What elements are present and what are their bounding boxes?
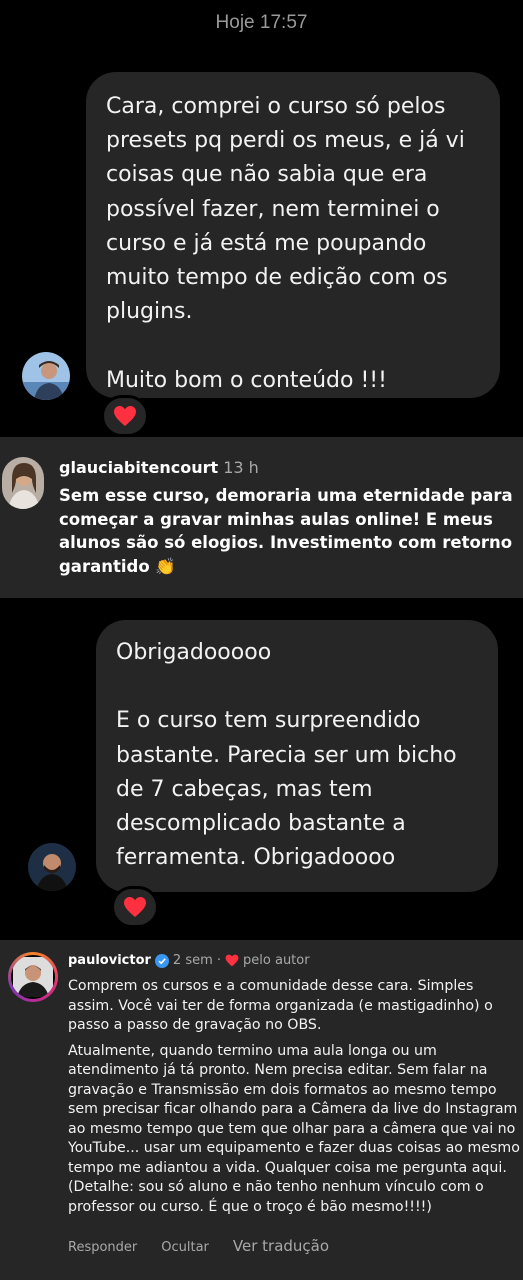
comment-time: 2 sem · (172, 953, 222, 968)
heart-reaction[interactable] (101, 395, 149, 437)
heart-icon (114, 406, 136, 426)
comment-card: glauciabitencourt 13 h Sem esse curso, d… (0, 437, 523, 598)
verified-badge-icon (154, 953, 169, 968)
comment-username[interactable]: paulovictor (68, 953, 151, 968)
comment-text: Sem esse curso, demoraria uma eternidade… (59, 486, 513, 576)
comment-username[interactable]: glauciabitencourt (59, 458, 218, 477)
comment-paragraph: Comprem os cursos e a comunidade desse c… (68, 978, 493, 1033)
comment-header: glauciabitencourt 13 h (59, 458, 259, 477)
avatar[interactable] (22, 352, 70, 400)
avatar (11, 955, 55, 999)
heart-icon (225, 954, 239, 967)
comment-paragraph: Atualmente, quando termino uma aula long… (68, 1042, 520, 1215)
comment-header: paulovictor 2 sem · pelo autor (68, 953, 310, 968)
translate-button[interactable]: Ver tradução (233, 1237, 329, 1255)
reply-button[interactable]: Responder (68, 1240, 137, 1255)
message-bubble[interactable]: Obrigadooooo E o curso tem surpreendido … (96, 620, 498, 892)
chat-timestamp: Hoje 17:57 (215, 12, 308, 33)
hide-button[interactable]: Ocultar (161, 1240, 209, 1255)
liked-by-author-label: pelo autor (243, 953, 310, 968)
comment-time: 13 h (223, 458, 259, 477)
comment-card: paulovictor 2 sem · pelo autor Comprem o… (0, 940, 523, 1280)
avatar-story-ring[interactable] (8, 952, 58, 1002)
message-bubble[interactable]: Cara, comprei o curso só pelos presets p… (86, 72, 500, 398)
comment-actions: Responder Ocultar Ver tradução (68, 1237, 329, 1255)
comment-text: Comprem os cursos e a comunidade desse c… (68, 977, 520, 1223)
avatar[interactable] (28, 843, 76, 891)
heart-icon (124, 897, 146, 917)
heart-reaction[interactable] (111, 886, 159, 928)
avatar[interactable] (2, 457, 44, 509)
